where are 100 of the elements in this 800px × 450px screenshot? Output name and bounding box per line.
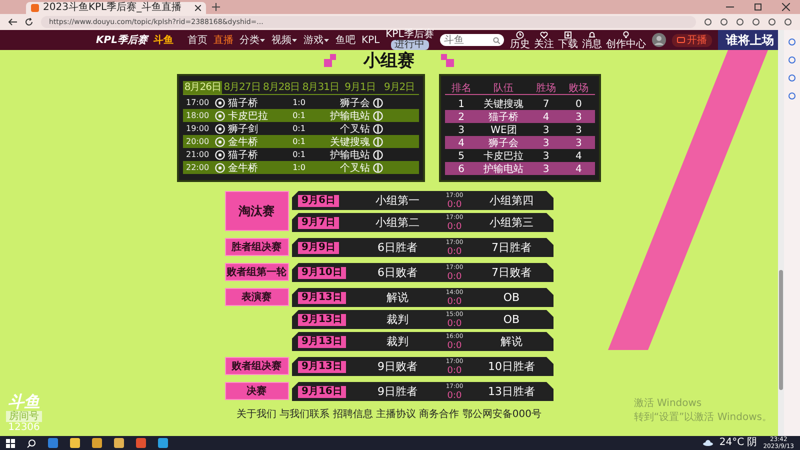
app-icon[interactable] <box>136 438 146 448</box>
team-name: 金牛桥 <box>228 136 259 148</box>
header-action[interactable]: 关注 <box>534 30 554 50</box>
table-cell-text: 关键搜魂 <box>482 98 525 111</box>
match-score: 0:0 <box>447 318 462 328</box>
match-time: 22:00 <box>186 163 210 172</box>
refresh-icon[interactable] <box>25 18 33 26</box>
caret-icon <box>260 38 266 42</box>
table-cell-text: 护输电站 <box>482 162 525 176</box>
app-icon[interactable] <box>114 438 124 448</box>
table-cell-text: 3 <box>542 138 550 148</box>
date-tab[interactable]: 8月31日 <box>300 81 340 94</box>
footer-links: 关于我们 与我们联系 招聘信息 主播协议 商务合作 鄂公网安备000号 <box>236 408 542 421</box>
avatar-icon[interactable] <box>652 33 666 47</box>
close-icon[interactable] <box>782 3 790 11</box>
team-logo-icon <box>373 136 383 146</box>
team-name: OB <box>502 313 521 326</box>
date-tag: 9月13日 <box>298 360 346 372</box>
camera-icon <box>676 37 685 43</box>
team-name: 猫子桥 <box>228 148 259 162</box>
header-action[interactable]: 消息 <box>582 30 602 50</box>
caret-icon <box>292 38 298 42</box>
scroll-thumb[interactable] <box>779 270 783 390</box>
stage-label: 败者组第一轮 <box>224 263 288 281</box>
close-icon[interactable] <box>195 5 201 11</box>
match-time: 21:00 <box>186 150 210 159</box>
team-name: 13日胜者 <box>487 384 536 399</box>
brand-logo: 斗鱼 <box>8 393 40 411</box>
date-tab[interactable]: 8月28日 <box>262 81 301 94</box>
brand-logo[interactable]: 斗鱼 <box>153 33 174 47</box>
scrollbar[interactable] <box>778 30 784 436</box>
match-score: 0:0 <box>447 296 462 306</box>
team-name: 9日败者 <box>376 359 418 374</box>
table-cell-text: 2 <box>457 112 466 122</box>
table-cell-text: 7 <box>542 98 550 110</box>
nav-link[interactable]: 鱼吧 <box>335 33 356 47</box>
match-score: 1:0 <box>292 98 306 107</box>
team-name: 6日败者 <box>376 265 418 280</box>
new-tab-icon[interactable] <box>212 3 220 11</box>
stage-label: 淘汰赛 <box>224 191 288 231</box>
nav-link[interactable]: 分类 <box>239 33 266 47</box>
activation-hint: 转到“设置”以激活 Windows。 <box>634 410 772 424</box>
table-cell-text: 3 <box>542 164 550 174</box>
nav-link[interactable]: 直播 <box>213 33 234 47</box>
table-cell-text: 卡皮巴拉 <box>482 150 525 163</box>
date-tag: 9月13日 <box>298 336 346 348</box>
team-name: 解说 <box>500 334 524 349</box>
match-score: 0:0 <box>447 272 462 282</box>
column-header: 队伍 <box>492 82 515 95</box>
date-tag: 9月13日 <box>298 314 346 326</box>
match-score: 0:1 <box>292 150 306 159</box>
windows-logo-icon[interactable] <box>6 438 15 448</box>
nav-link[interactable]: 首页 <box>187 33 208 47</box>
status-pill: 进行中 <box>390 40 429 50</box>
header-action[interactable]: 下载 <box>558 30 578 50</box>
header-action[interactable]: 历史 <box>510 30 530 50</box>
team-name: 10日胜者 <box>487 359 536 374</box>
maximize-icon[interactable] <box>754 3 762 11</box>
weather-text[interactable]: 24°C 阴 <box>719 437 758 449</box>
table-cell-text: 4 <box>574 164 583 174</box>
date-tab[interactable]: 9月2日 <box>380 81 419 94</box>
cloud-icon <box>703 440 714 446</box>
table-cell-text: 0 <box>574 98 583 110</box>
date-tab[interactable]: 8月26日 <box>183 81 222 94</box>
app-icon[interactable] <box>92 438 102 448</box>
team-logo-icon <box>373 124 383 134</box>
match-time: 17:00 <box>186 98 210 107</box>
header-action[interactable]: 创作中心 <box>606 30 646 50</box>
caret-icon <box>324 38 330 42</box>
event-badge[interactable]: KPL季后赛 进行中 <box>386 30 434 50</box>
nav-link[interactable]: 视频 <box>271 33 298 47</box>
team-name: 关键搜魂 <box>329 136 370 148</box>
search-field[interactable]: 斗鱼 <box>440 34 504 46</box>
team-name: 金牛桥 <box>228 162 259 174</box>
nav-link[interactable]: 游戏 <box>303 33 330 47</box>
badge-title: KPL季后赛 <box>386 30 434 40</box>
back-icon[interactable] <box>8 18 17 26</box>
nav-link[interactable]: KPL <box>361 33 380 47</box>
table-cell-text: 4 <box>457 138 466 148</box>
browser-tab[interactable]: 2023斗鱼KPL季后赛_斗鱼直播 <box>26 2 206 14</box>
team-name: 护输电站 <box>329 148 370 162</box>
clock-icon <box>516 30 524 38</box>
stage-label: 胜者组决赛 <box>224 238 288 256</box>
match-score: 0:0 <box>447 366 462 376</box>
date-tab[interactable]: 9月1日 <box>340 81 380 94</box>
pixel-decoration <box>324 54 338 68</box>
event-logo[interactable]: KPL季后赛 <box>96 33 148 47</box>
start-live-button[interactable]: 开播 <box>672 34 712 46</box>
team-name: 个叉钻 <box>339 162 370 174</box>
date-tag: 9月16日 <box>298 386 346 398</box>
team-name: 小组第四 <box>488 193 534 208</box>
date-tag: 9月6日 <box>298 194 340 206</box>
team-name: 裁判 <box>386 334 410 349</box>
match-time: 20:00 <box>186 137 210 146</box>
match-time: 19:00 <box>186 124 210 133</box>
activation-title: 激活 Windows <box>634 397 703 410</box>
table-cell-text: 6 <box>457 164 466 174</box>
date-tab[interactable]: 8月27日 <box>222 81 262 94</box>
match-score: 0:0 <box>447 340 462 350</box>
table-cell-text: 狮子会 <box>488 137 520 150</box>
